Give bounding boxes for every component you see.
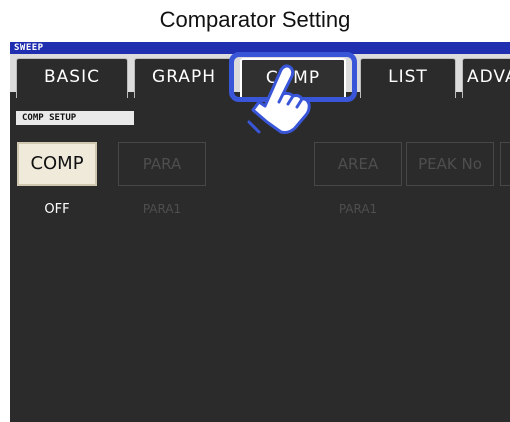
para-value: PARA1	[142, 202, 182, 216]
tab-graph[interactable]: GRAPH	[134, 58, 234, 98]
area-value: PARA1	[338, 202, 378, 216]
comp-button[interactable]: COMP	[17, 142, 97, 186]
page-title: Comparator Setting	[159, 7, 351, 32]
pointing-hand-icon	[247, 64, 311, 134]
para-button[interactable]: PARA	[118, 142, 206, 186]
mode-label: SWEEP	[14, 43, 44, 53]
peak-no-button[interactable]: PEAK No	[406, 142, 494, 186]
section-label: COMP SETUP	[16, 111, 134, 125]
tab-list[interactable]: LIST	[360, 58, 456, 98]
comp-value: OFF	[44, 202, 70, 217]
tab-basic[interactable]: BASIC	[16, 58, 128, 98]
extra-button[interactable]	[500, 142, 510, 186]
tab-advanced[interactable]: ADVA	[462, 58, 510, 98]
area-button[interactable]: AREA	[314, 142, 402, 186]
